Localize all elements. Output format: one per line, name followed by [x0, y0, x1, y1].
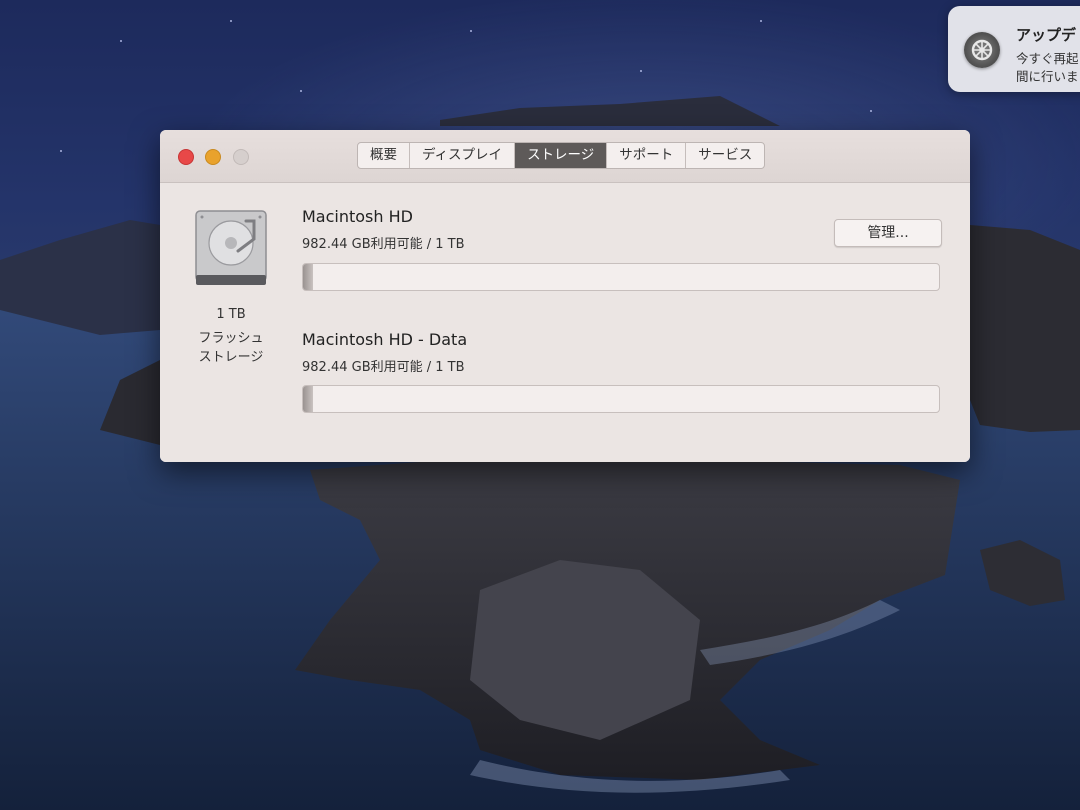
tab-storage[interactable]: ストレージ	[515, 143, 608, 168]
window-titlebar[interactable]: 概要 ディスプレイ ストレージ サポート サービス	[160, 130, 970, 183]
storage-usage-bar	[302, 385, 940, 413]
storage-usage-bar-fill	[303, 264, 313, 290]
tab-displays[interactable]: ディスプレイ	[410, 143, 516, 168]
zoom-button[interactable]	[233, 149, 249, 165]
tab-bar: 概要 ディスプレイ ストレージ サポート サービス	[357, 142, 766, 169]
notification-body-line-1: 今すぐ再起	[1016, 51, 1079, 66]
tab-service[interactable]: サービス	[686, 143, 764, 168]
volume-name: Macintosh HD - Data	[302, 330, 468, 349]
storage-usage-bar-fill	[303, 386, 313, 412]
update-notification[interactable]: アップデ 今すぐ再起 間に行いま	[948, 6, 1080, 92]
disk-capacity: 1 TB	[216, 307, 246, 322]
gear-icon	[964, 32, 1000, 68]
hard-drive-icon	[195, 210, 267, 285]
notification-title: アップデ	[1016, 26, 1077, 44]
volume-name: Macintosh HD	[302, 207, 413, 226]
notification-body-line-2: 間に行いま	[1016, 69, 1079, 84]
volume-usage-text: 982.44 GB利用可能 / 1 TB	[302, 360, 465, 375]
disk-type-line-2: ストレージ	[198, 350, 264, 365]
volume-usage-text: 982.44 GB利用可能 / 1 TB	[302, 237, 465, 252]
manage-button[interactable]: 管理...	[834, 219, 942, 247]
about-this-mac-window: 概要 ディスプレイ ストレージ サポート サービス 1 TB フラッシュ ストレ…	[160, 130, 970, 462]
tab-support[interactable]: サポート	[607, 143, 687, 168]
storage-panel: 1 TB フラッシュ ストレージ Macintosh HD 982.44 GB利…	[160, 183, 970, 462]
close-button[interactable]	[178, 149, 194, 165]
tab-overview[interactable]: 概要	[358, 143, 410, 168]
storage-usage-bar	[302, 263, 940, 291]
disk-type-line-1: フラッシュ	[198, 331, 264, 346]
minimize-button[interactable]	[205, 149, 221, 165]
